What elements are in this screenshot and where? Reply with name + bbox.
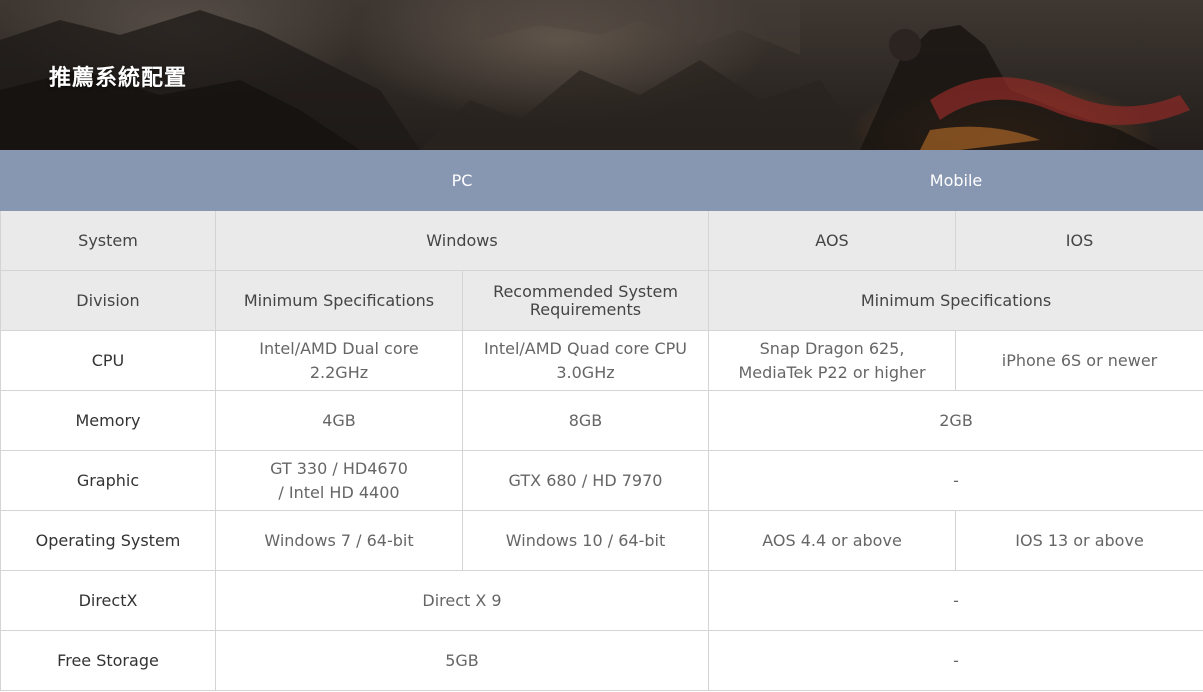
mobile-header: Mobile (708, 150, 1203, 211)
division-row: Division Minimum Specifications Recommen… (0, 270, 1203, 331)
pc-min-division: Minimum Specifications (215, 270, 463, 331)
banner: 推薦系統配置 (0, 0, 1203, 150)
mobile-min-division: Minimum Specifications (708, 270, 1203, 331)
graphic-pc-rec: GTX 680 / HD 7970 (461, 450, 710, 511)
platform-header-row: PC Mobile (0, 150, 1203, 211)
storage-label: Free Storage (0, 630, 216, 691)
graphic-pc-min-line1: GT 330 / HD4670 (270, 459, 408, 479)
cpu-pc-rec-line1: Intel/AMD Quad core CPU (483, 339, 688, 359)
os-aos: AOS 4.4 or above (708, 510, 957, 571)
os-ios: IOS 13 or above (955, 510, 1203, 571)
directx-label: DirectX (0, 570, 216, 631)
cpu-ios: iPhone 6S or newer (955, 330, 1203, 391)
cpu-aos-line1: Snap Dragon 625, (759, 339, 905, 359)
graphic-label: Graphic (0, 450, 216, 511)
os-row: Operating System Windows 7 / 64-bit Wind… (0, 510, 1203, 571)
cpu-pc-rec: Intel/AMD Quad core CPU 3.0GHz (461, 330, 710, 391)
header-empty-cell (0, 150, 216, 211)
system-requirements-table: PC Mobile System Windows AOS IOS Divisio… (0, 150, 1203, 691)
directx-pc: Direct X 9 (214, 570, 710, 631)
page-title: 推薦系統配置 (49, 66, 188, 91)
aos-system: AOS (708, 210, 957, 271)
os-label: Operating System (0, 510, 216, 571)
memory-label: Memory (0, 390, 216, 451)
graphic-pc-min-line2: / Intel HD 4400 (278, 482, 400, 502)
ios-system: IOS (955, 210, 1203, 271)
cpu-pc-min-line1: Intel/AMD Dual core (259, 339, 419, 359)
memory-mobile: 2GB (708, 390, 1203, 451)
pc-rec-division: Recommended System Requirements (461, 270, 710, 331)
graphic-mobile: - (708, 450, 1203, 511)
cpu-row: CPU Intel/AMD Dual core 2.2GHz Intel/AMD … (0, 330, 1203, 391)
memory-pc-rec: 8GB (461, 390, 710, 451)
cpu-label: CPU (0, 330, 216, 391)
system-row: System Windows AOS IOS (0, 210, 1203, 271)
pc-header: PC (214, 150, 710, 211)
memory-pc-min: 4GB (215, 390, 463, 451)
cpu-aos-line2: MediaTek P22 or higher (738, 362, 926, 382)
directx-row: DirectX Direct X 9 - (0, 570, 1203, 631)
system-label: System (0, 210, 216, 271)
division-label: Division (0, 270, 216, 331)
graphic-pc-min: GT 330 / HD4670 / Intel HD 4400 (215, 450, 463, 511)
storage-mobile: - (708, 630, 1203, 691)
pc-system: Windows (214, 210, 710, 271)
os-pc-rec: Windows 10 / 64-bit (461, 510, 710, 571)
storage-pc: 5GB (214, 630, 710, 691)
directx-mobile: - (708, 570, 1203, 631)
cpu-pc-rec-line2: 3.0GHz (556, 362, 615, 382)
os-pc-min: Windows 7 / 64-bit (215, 510, 463, 571)
cpu-aos: Snap Dragon 625, MediaTek P22 or higher (708, 330, 957, 391)
cpu-pc-min: Intel/AMD Dual core 2.2GHz (215, 330, 463, 391)
storage-row: Free Storage 5GB - (0, 630, 1203, 691)
graphic-row: Graphic GT 330 / HD4670 / Intel HD 4400 G… (0, 450, 1203, 511)
memory-row: Memory 4GB 8GB 2GB (0, 390, 1203, 451)
cpu-pc-min-line2: 2.2GHz (309, 362, 369, 382)
